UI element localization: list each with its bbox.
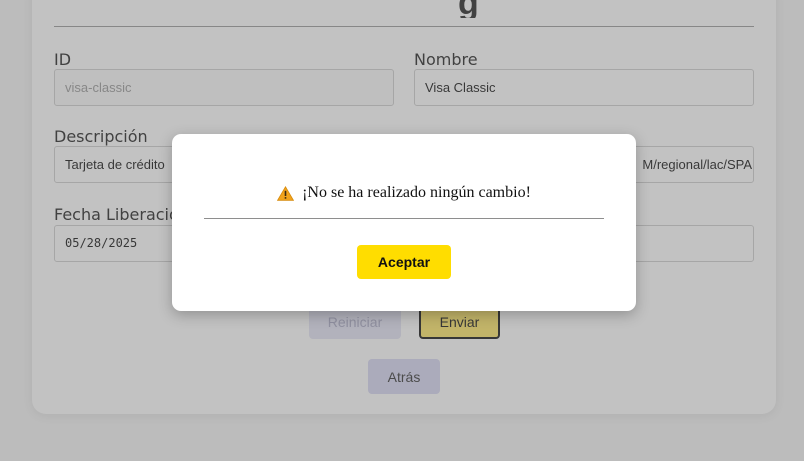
alert-dialog: ¡No se ha realizado ningún cambio! Acept… (172, 134, 636, 311)
edit-card-page: g ID visa-classic Nombre Visa Classic De… (0, 0, 804, 461)
warning-icon (276, 185, 295, 201)
accept-button[interactable]: Aceptar (357, 245, 451, 279)
dialog-message: ¡No se ha realizado ningún cambio! (302, 184, 531, 201)
dialog-message-row: ¡No se ha realizado ningún cambio! (172, 184, 636, 202)
dialog-divider (204, 218, 604, 219)
